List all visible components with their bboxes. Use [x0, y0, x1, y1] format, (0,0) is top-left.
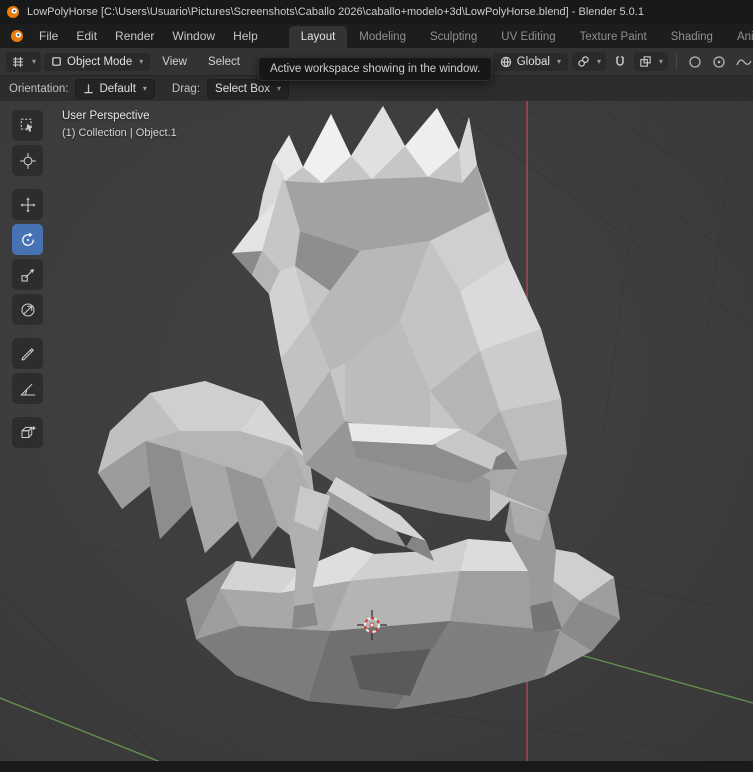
tool-transform[interactable] [12, 294, 43, 325]
cursor-icon [19, 152, 36, 169]
tool-measure[interactable] [12, 373, 43, 404]
tab-texture-paint[interactable]: Texture Paint [568, 26, 659, 48]
tab-modeling[interactable]: Modeling [347, 26, 418, 48]
orientation-dropdown[interactable]: Default [75, 78, 155, 99]
transform-orientation-dropdown[interactable]: Global [492, 52, 568, 71]
tool-move[interactable] [12, 189, 43, 220]
drag-dropdown[interactable]: Select Box [207, 78, 290, 99]
window-title: LowPolyHorse [C:\Users\Usuario\Pictures\… [27, 6, 644, 18]
header-separator [676, 53, 677, 70]
tab-animation[interactable]: Animation [725, 26, 753, 48]
tool-cursor[interactable] [12, 145, 43, 176]
horse-tail[interactable] [98, 381, 315, 559]
workspace-tabs: Layout Modeling Sculpting UV Editing Tex… [288, 26, 753, 48]
measure-icon [20, 383, 35, 396]
snap-settings-dropdown[interactable] [633, 52, 668, 71]
tab-shading[interactable]: Shading [659, 26, 725, 48]
tab-uv-editing[interactable]: UV Editing [489, 26, 567, 48]
pivot-point-icon [578, 56, 589, 67]
viewport-editor-icon [13, 56, 23, 67]
menu-edit[interactable]: Edit [67, 24, 106, 48]
tooltip-text: Active workspace showing in the window. [270, 63, 481, 75]
falloff-curve-icon [733, 53, 753, 71]
transform-icon [20, 302, 35, 317]
proportional-falloff-dropdown[interactable] [709, 53, 729, 71]
menu-window[interactable]: Window [163, 24, 224, 48]
annotate-pencil-icon [20, 347, 34, 361]
move-icon [20, 197, 35, 212]
tool-rotate[interactable] [12, 224, 43, 255]
proportional-editing-toggle[interactable] [685, 53, 705, 71]
menu-file[interactable]: File [30, 24, 67, 48]
select-box-icon [20, 118, 32, 132]
pivot-point-dropdown[interactable] [571, 52, 606, 71]
3d-viewport[interactable]: User Perspective (1) Collection | Object… [0, 101, 753, 761]
add-cube-icon [21, 425, 35, 438]
blender-menu-icon[interactable] [8, 24, 30, 48]
proportional-editing-icon [689, 55, 701, 68]
titlebar: LowPolyHorse [C:\Users\Usuario\Pictures\… [0, 0, 753, 24]
toolbar [12, 110, 43, 452]
scale-icon [20, 268, 34, 282]
blender-logo-icon [7, 6, 19, 18]
menu-select[interactable]: Select [199, 56, 249, 68]
transform-orientation-label: Global [516, 55, 550, 68]
snap-magnet-toggle[interactable] [610, 53, 630, 71]
orientation-axes-icon [84, 84, 94, 94]
global-orientation-icon [500, 56, 511, 67]
tool-select-box[interactable] [12, 110, 43, 141]
menu-render[interactable]: Render [106, 24, 163, 48]
tool-scale[interactable] [12, 259, 43, 290]
rotate-icon [21, 232, 34, 246]
editor-type-dropdown[interactable] [6, 51, 42, 72]
header-right-group: Global [492, 52, 752, 71]
mode-dropdown-label: Object Mode [67, 55, 133, 68]
viewport-canvas[interactable] [0, 101, 753, 761]
menu-view[interactable]: View [153, 56, 196, 68]
statusbar [0, 761, 753, 772]
orientation-value: Default [99, 82, 136, 95]
tool-add-cube[interactable] [12, 417, 43, 448]
drag-label: Drag: [171, 82, 201, 95]
object-mode-icon [52, 57, 61, 66]
blender-window: LowPolyHorse [C:\Users\Usuario\Pictures\… [0, 0, 753, 772]
tab-layout[interactable]: Layout [288, 26, 348, 48]
mode-dropdown[interactable]: Object Mode [44, 52, 151, 71]
menubar: File Edit Render Window Help Layout Mode… [0, 24, 753, 48]
tool-annotate[interactable] [12, 338, 43, 369]
tab-sculpting[interactable]: Sculpting [418, 26, 489, 48]
menu-help[interactable]: Help [224, 24, 267, 48]
drag-value: Select Box [215, 82, 271, 95]
magnet-icon [616, 55, 624, 66]
tooltip: Active workspace showing in the window. [258, 57, 493, 81]
snap-target-icon [640, 56, 651, 67]
falloff-circle-icon [713, 55, 725, 68]
orientation-label: Orientation: [9, 82, 69, 95]
